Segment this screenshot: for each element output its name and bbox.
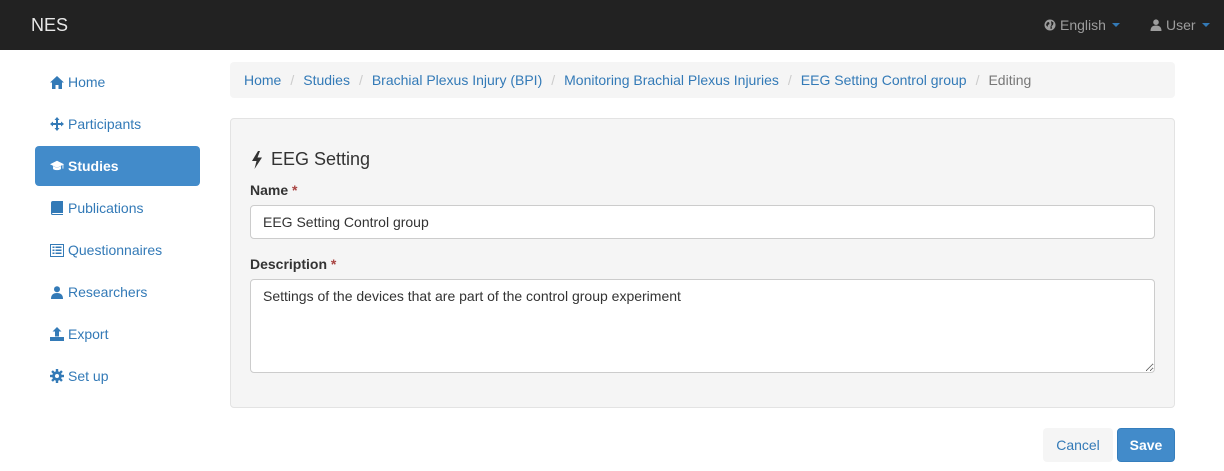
breadcrumb-separator: /	[551, 72, 556, 88]
breadcrumb-link-experiment[interactable]: Monitoring Brachial Plexus Injuries	[564, 72, 779, 88]
required-mark: *	[292, 182, 298, 198]
save-button[interactable]: Save	[1117, 428, 1175, 462]
breadcrumb-separator: /	[787, 72, 792, 88]
sidebar-item-label: Publications	[68, 200, 144, 216]
sidebar-item-label: Researchers	[68, 284, 148, 300]
breadcrumb-link-eeg-setting[interactable]: EEG Setting Control group	[801, 72, 967, 88]
export-icon	[50, 327, 64, 341]
sidebar-item-publications[interactable]: Publications	[35, 188, 200, 228]
language-label: English	[1060, 17, 1106, 33]
required-mark: *	[330, 256, 337, 272]
panel-title-text: EEG Setting	[271, 149, 371, 169]
list-alt-icon	[50, 243, 64, 257]
chevron-down-icon	[1111, 23, 1120, 27]
breadcrumb-link-study[interactable]: Brachial Plexus Injury (BPI)	[372, 72, 542, 88]
description-textarea[interactable]: Settings of the devices that are part of…	[250, 279, 1155, 373]
sidebar-item-label: Participants	[68, 116, 142, 132]
chevron-down-icon	[1201, 23, 1210, 27]
sidebar-item-participants[interactable]: Participants	[35, 104, 200, 144]
sidebar-item-export[interactable]: Export	[35, 314, 200, 354]
name-label-text: Name	[250, 182, 289, 198]
breadcrumb-separator: /	[290, 72, 295, 88]
sidebar-item-questionnaires[interactable]: Questionnaires	[35, 230, 200, 270]
breadcrumb: Home / Studies / Brachial Plexus Injury …	[230, 62, 1175, 98]
cog-icon	[50, 369, 64, 383]
sidebar-item-label: Studies	[68, 158, 119, 174]
name-input[interactable]	[250, 205, 1155, 239]
home-icon	[50, 75, 64, 89]
description-label-text: Description	[250, 256, 328, 272]
breadcrumb-current: Editing	[988, 72, 1032, 88]
breadcrumb-link-studies[interactable]: Studies	[303, 72, 350, 88]
move-icon	[50, 117, 64, 131]
cancel-button[interactable]: Cancel	[1043, 428, 1113, 462]
user-label: User	[1166, 17, 1196, 33]
sidebar-item-setup[interactable]: Set up	[35, 356, 200, 396]
user-icon	[50, 285, 64, 299]
brand-logo[interactable]: NES	[31, 15, 68, 35]
user-icon	[1150, 19, 1162, 31]
sidebar-item-researchers[interactable]: Researchers	[35, 272, 200, 312]
breadcrumb-separator: /	[975, 72, 980, 88]
sidebar-item-studies[interactable]: Studies	[35, 146, 200, 186]
breadcrumb-separator: /	[358, 72, 363, 88]
sidebar-item-label: Set up	[68, 368, 109, 384]
sidebar-item-label: Questionnaires	[68, 242, 163, 258]
sidebar-nav: Home Participants Studies Publications Q…	[35, 62, 200, 398]
sidebar-item-label: Home	[68, 74, 106, 90]
name-label: Name *	[250, 182, 297, 198]
sidebar-item-label: Export	[68, 326, 109, 342]
language-dropdown[interactable]: English	[1044, 0, 1120, 50]
globe-icon	[1044, 19, 1056, 31]
user-dropdown[interactable]: User	[1150, 0, 1210, 50]
breadcrumb-link-home[interactable]: Home	[244, 72, 281, 88]
education-icon	[50, 159, 64, 173]
sidebar-item-home[interactable]: Home	[35, 62, 200, 102]
book-icon	[50, 201, 64, 215]
flash-icon	[252, 150, 262, 169]
top-navbar: NES English User	[0, 0, 1224, 50]
panel-title: EEG Setting	[251, 149, 370, 170]
description-label: Description *	[250, 256, 336, 272]
